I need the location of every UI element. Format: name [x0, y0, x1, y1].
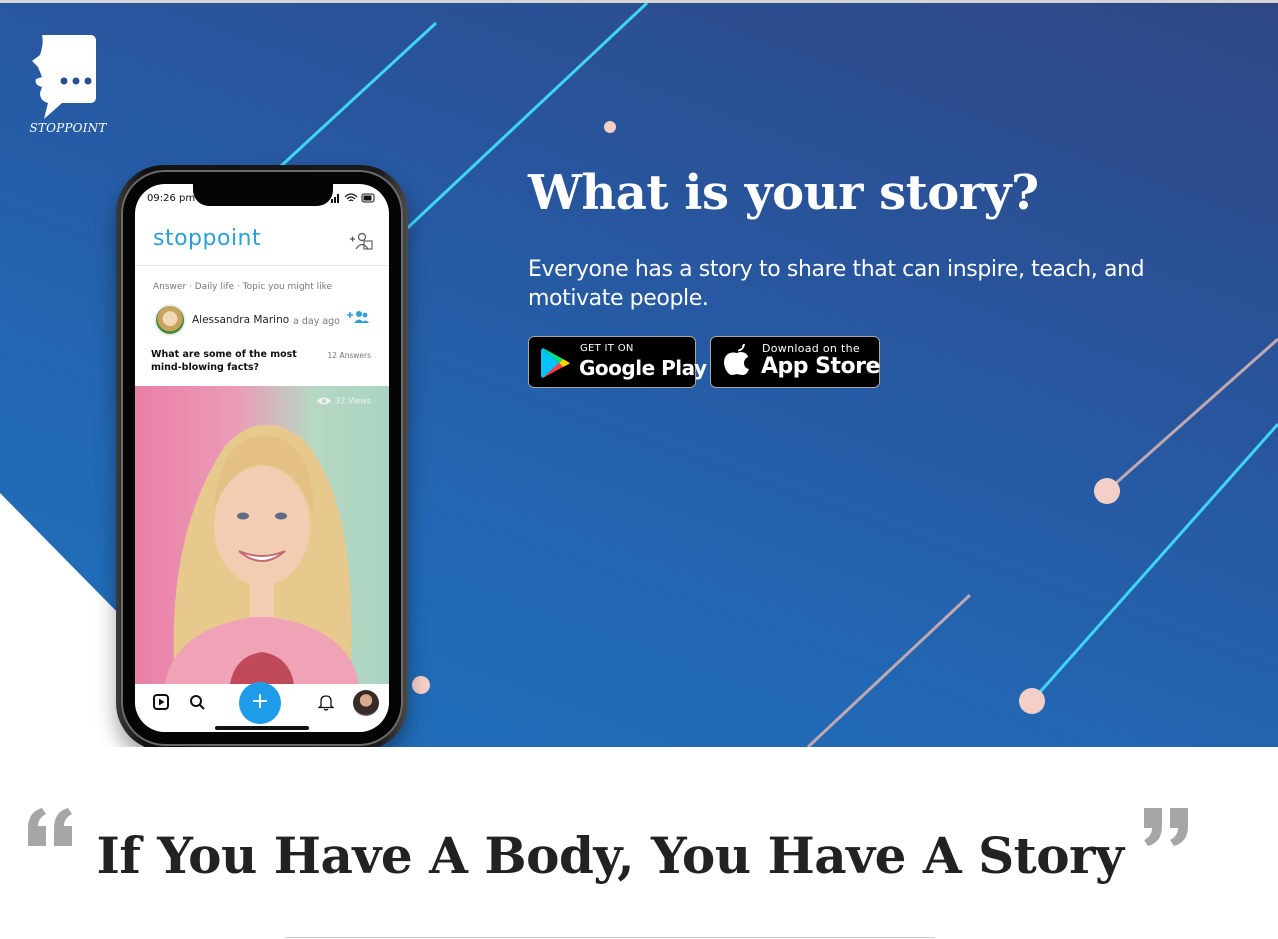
- app-store-label: App Store: [761, 354, 880, 379]
- phone-mockup: 09:26 pm stoppoint Answer · Daily life ·…: [116, 165, 408, 747]
- close-quote-icon: [1144, 808, 1188, 846]
- phone-notch: [193, 184, 333, 206]
- portrait-illustration: [165, 424, 359, 684]
- post-photo[interactable]: 32 Views: [135, 386, 389, 684]
- play-icon[interactable]: [153, 694, 169, 710]
- status-icons: [331, 193, 375, 203]
- hero-subtitle: Everyone has a story to share that can i…: [528, 257, 1145, 311]
- quote-headline: If You Have A Body, You Have A Story: [96, 826, 1124, 885]
- create-post-button[interactable]: +: [239, 682, 281, 724]
- app-brand: stoppoint: [153, 226, 262, 251]
- app-header: stoppoint: [135, 218, 389, 266]
- bell-icon[interactable]: [318, 694, 334, 711]
- deco-dot-1: [604, 121, 616, 133]
- logo-text: STOPPOINT: [29, 121, 107, 135]
- google-play-label: Google Play: [579, 356, 707, 380]
- post-time: a day ago: [293, 316, 340, 327]
- deco-line-1: [266, 21, 438, 180]
- author-name[interactable]: Alessandra Marino: [192, 314, 289, 326]
- phone-screen: 09:26 pm stoppoint Answer · Daily life ·…: [135, 184, 389, 732]
- deco-line-4: [1030, 423, 1278, 702]
- apple-icon: [724, 344, 749, 375]
- google-play-button[interactable]: GET IT ON Google Play: [528, 336, 707, 388]
- post-meta: Answer · Daily life · Topic you might li…: [153, 282, 333, 292]
- logo-head-icon: [32, 35, 96, 119]
- section-divider: [285, 937, 935, 938]
- deco-line-3: [1106, 337, 1278, 493]
- follow-user-icon[interactable]: [347, 310, 369, 324]
- google-play-icon: [541, 348, 570, 378]
- deco-dot-2: [1094, 478, 1120, 504]
- eye-icon: [317, 397, 332, 405]
- deco-line-5: [806, 593, 972, 747]
- search-icon[interactable]: [189, 694, 205, 710]
- post-question[interactable]: What are some of the most mind-blowing f…: [151, 348, 301, 374]
- stoppoint-logo[interactable]: STOPPOINT: [26, 33, 110, 143]
- author-avatar[interactable]: [154, 304, 186, 336]
- views-label: 32 Views: [335, 396, 371, 406]
- app-store-button[interactable]: Download on the App Store: [710, 336, 880, 388]
- deco-dot-3: [1019, 688, 1045, 714]
- deco-dot-4: [412, 676, 430, 694]
- home-indicator: [215, 726, 309, 730]
- answers-count: 12 Answers: [327, 351, 371, 360]
- hero-title: What is your story?: [528, 165, 1039, 221]
- google-play-small-label: GET IT ON: [580, 343, 634, 354]
- status-time: 09:26 pm: [147, 193, 196, 204]
- invite-friends-icon[interactable]: [349, 232, 373, 250]
- hero-section: STOPPOINT 09:26 pm stoppoint Answer · Da…: [0, 3, 1278, 747]
- profile-avatar[interactable]: [353, 690, 379, 716]
- views-count: 32 Views: [316, 396, 371, 406]
- bottom-nav: +: [135, 682, 389, 732]
